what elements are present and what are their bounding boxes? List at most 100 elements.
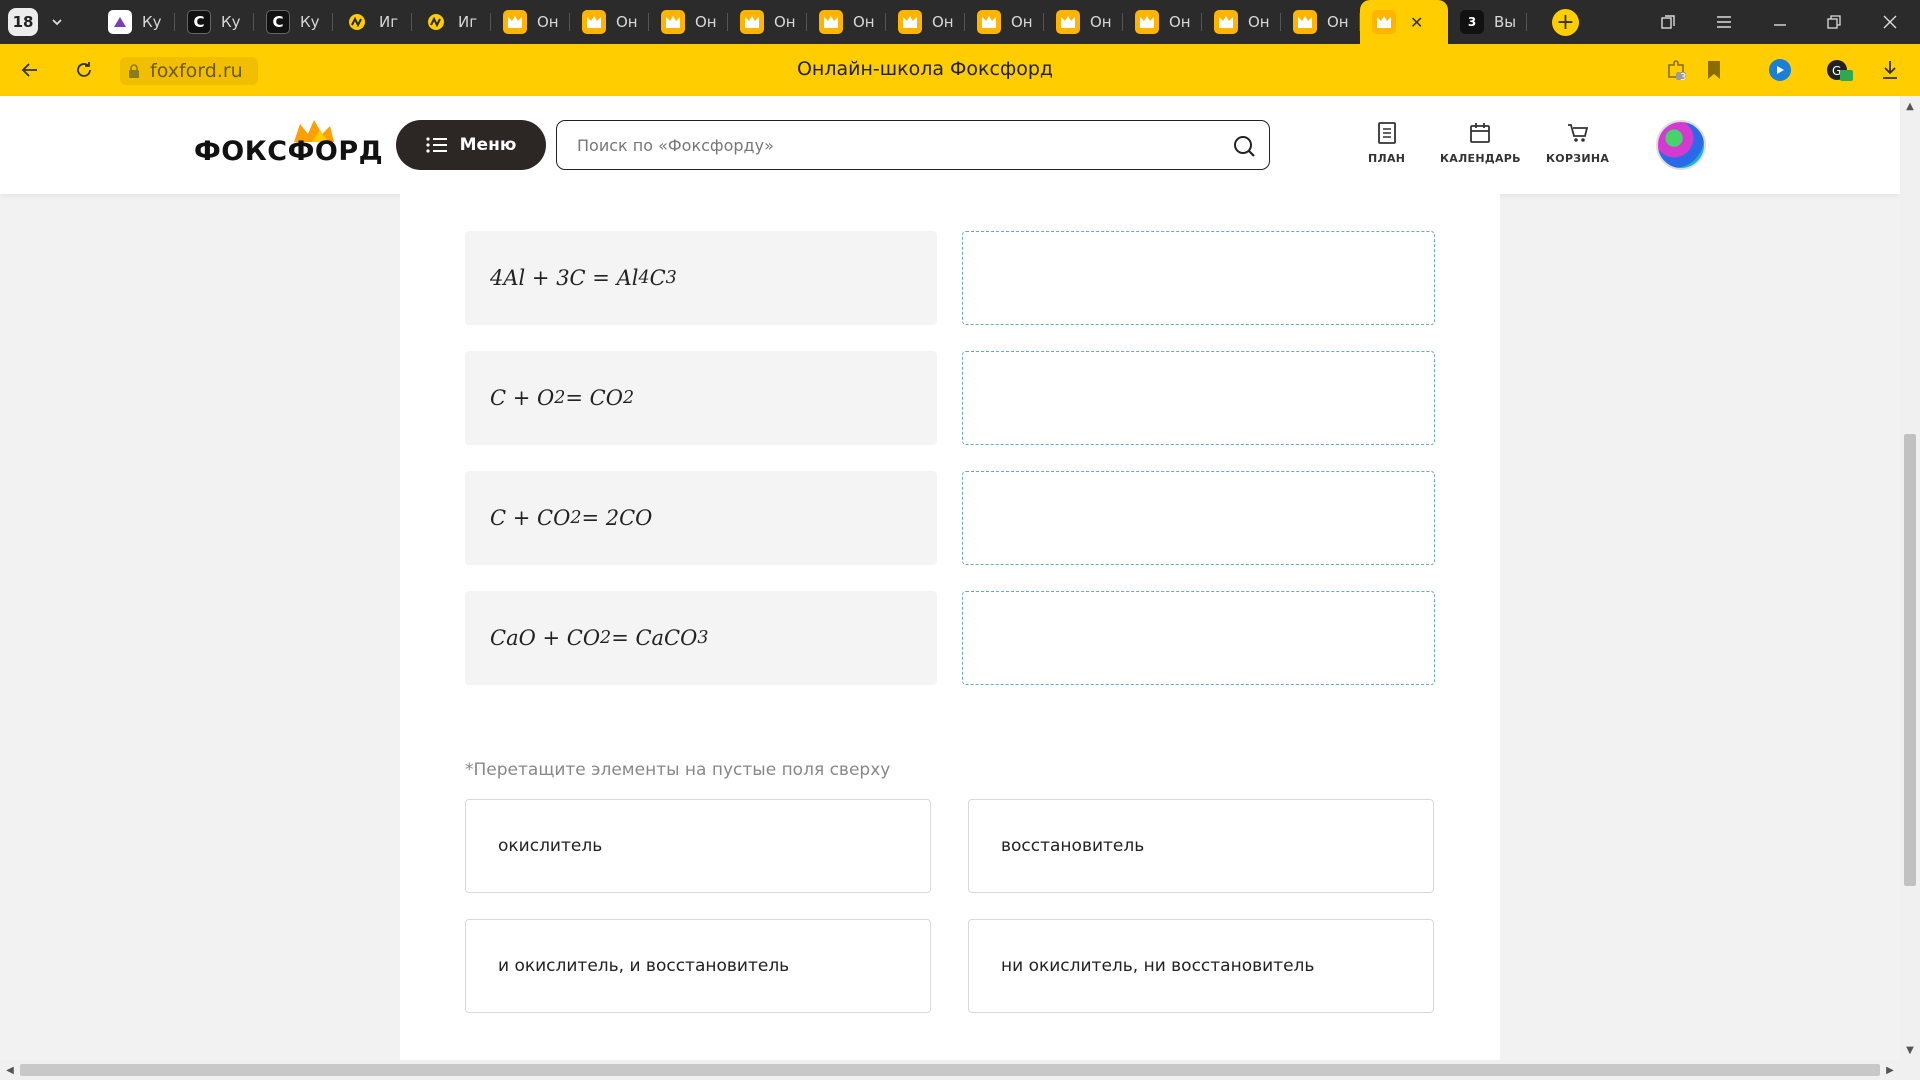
- browser-tab[interactable]: Он: [491, 0, 570, 44]
- browser-tab-strip: 18 Ку C Ку C Ку Иг Иг Он Он Он Он Он Он …: [0, 0, 1920, 44]
- search-icon[interactable]: [1231, 133, 1257, 159]
- search-input[interactable]: [577, 133, 1197, 157]
- restore-icon[interactable]: [1820, 8, 1848, 36]
- formula-subscript: 2: [622, 388, 635, 408]
- browser-menu-icon[interactable]: [1710, 8, 1738, 36]
- foxford-icon: [1135, 10, 1159, 34]
- foxford-icon: [1372, 10, 1396, 34]
- video-extension-icon[interactable]: [1766, 56, 1794, 84]
- extensions-icon[interactable]: 3: [1662, 56, 1690, 84]
- c-letter-icon: C: [266, 10, 290, 34]
- browser-tab[interactable]: Он: [570, 0, 649, 44]
- browser-tab-active[interactable]: ✕: [1360, 0, 1448, 44]
- new-tab-plus-icon[interactable]: +: [1552, 9, 1579, 36]
- browser-tab[interactable]: Он: [649, 0, 728, 44]
- scroll-down-arrow-icon[interactable]: ▼: [1900, 1042, 1920, 1058]
- menu-label: Меню: [459, 135, 517, 155]
- site-header: ФОКСФОРД Меню ПЛАН КАЛЕНДАРЬ КОРЗИНА: [0, 96, 1900, 194]
- foxford-icon: [1214, 10, 1238, 34]
- formula-part: = CaCO: [611, 626, 698, 650]
- formula-subscript: 2: [570, 508, 582, 528]
- nav-cart[interactable]: КОРЗИНА: [1546, 122, 1609, 165]
- extension-badge: 3: [1680, 72, 1687, 83]
- tab-title: Он: [616, 13, 638, 31]
- browser-tab[interactable]: C Ку: [254, 0, 333, 44]
- c-letter-icon: C: [187, 10, 211, 34]
- reaction-formula: CaO + CO 2 = CaCO 3: [465, 591, 937, 685]
- formula-part: = CO: [565, 386, 623, 410]
- foxford-icon: [1293, 10, 1317, 34]
- tab-count-button[interactable]: 18: [8, 8, 38, 36]
- browser-tab[interactable]: Он: [965, 0, 1044, 44]
- formula-subscript: 4: [638, 268, 650, 288]
- calendar-icon: [1470, 123, 1491, 143]
- browser-tab[interactable]: Он: [1281, 0, 1360, 44]
- vertical-scroll-thumb[interactable]: [1904, 434, 1916, 886]
- browser-tab[interactable]: 3 Вы: [1448, 0, 1527, 44]
- tab-title: Вы: [1494, 13, 1517, 31]
- browser-tab[interactable]: Он: [1044, 0, 1123, 44]
- formula-subscript: 3: [665, 268, 677, 288]
- tab-title: Он: [1090, 13, 1112, 31]
- browser-tab[interactable]: Он: [807, 0, 886, 44]
- horizontal-scroll-thumb[interactable]: [20, 1064, 1880, 1076]
- tab-title: Он: [1248, 13, 1270, 31]
- tab-title: Ку: [221, 13, 241, 31]
- foxford-logo[interactable]: ФОКСФОРД: [194, 118, 383, 170]
- browser-tab[interactable]: C Ку: [175, 0, 254, 44]
- drop-zone[interactable]: [962, 471, 1435, 565]
- svg-text:G: G: [1832, 64, 1841, 78]
- close-tab-icon[interactable]: ✕: [1410, 13, 1423, 32]
- browser-tab[interactable]: Иг: [333, 0, 412, 44]
- foxford-icon: [898, 10, 922, 34]
- answer-card-both[interactable]: и окислитель, и восстановитель: [465, 919, 931, 1013]
- formula-part: C + O: [490, 386, 555, 410]
- drop-zone[interactable]: [962, 351, 1435, 445]
- user-avatar[interactable]: [1656, 120, 1706, 170]
- formula-part: C: [649, 266, 666, 290]
- collections-icon[interactable]: [1654, 8, 1682, 36]
- menu-button[interactable]: Меню: [396, 120, 546, 170]
- bookmark-icon[interactable]: [1700, 56, 1728, 84]
- minimize-icon[interactable]: [1766, 8, 1794, 36]
- yellow-logo-icon: [345, 10, 369, 34]
- logo-text: ФОКСФОРД: [194, 136, 384, 167]
- download-icon[interactable]: [1876, 56, 1904, 84]
- tab-title: Ку: [142, 13, 162, 31]
- nav-label: КАЛЕНДАРЬ: [1440, 152, 1521, 165]
- foxford-icon: [503, 10, 527, 34]
- nav-calendar[interactable]: КАЛЕНДАРЬ: [1440, 122, 1521, 165]
- answer-card-reducer[interactable]: восстановитель: [968, 799, 1434, 893]
- tab-title: Он: [1011, 13, 1033, 31]
- tab-title: Иг: [458, 13, 478, 31]
- browser-tab[interactable]: Ку: [96, 0, 175, 44]
- menu-list-icon: [426, 137, 447, 153]
- scroll-right-arrow-icon[interactable]: ▶: [1882, 1060, 1898, 1080]
- scroll-left-arrow-icon[interactable]: ◀: [2, 1060, 18, 1080]
- vertical-scrollbar[interactable]: ▲ ▼: [1900, 96, 1920, 1060]
- browser-tab[interactable]: Иг: [412, 0, 491, 44]
- browser-tab[interactable]: Он: [1123, 0, 1202, 44]
- browser-tab[interactable]: Он: [728, 0, 807, 44]
- translate-extension-icon[interactable]: G: [1826, 56, 1854, 84]
- browser-tab[interactable]: Он: [1202, 0, 1281, 44]
- formula-part: = 2CO: [581, 506, 653, 530]
- drag-hint: *Перетащите элементы на пустые поля свер…: [465, 760, 891, 780]
- answer-card-oxidizer[interactable]: окислитель: [465, 799, 931, 893]
- three-icon: 3: [1460, 10, 1484, 34]
- nav-label: ПЛАН: [1368, 152, 1406, 165]
- drop-zone[interactable]: [962, 231, 1435, 325]
- reaction-formula: C + CO 2 = 2CO: [465, 471, 937, 565]
- tab-list-chevron-down-icon[interactable]: [42, 8, 72, 36]
- answer-card-neither[interactable]: ни окислитель, ни восстановитель: [968, 919, 1434, 1013]
- foxford-icon: [740, 10, 764, 34]
- scroll-up-arrow-icon[interactable]: ▲: [1900, 98, 1920, 114]
- foxford-icon: [1056, 10, 1080, 34]
- tab-title: Он: [774, 13, 796, 31]
- nav-plan[interactable]: ПЛАН: [1368, 122, 1405, 165]
- close-window-icon[interactable]: [1876, 8, 1904, 36]
- horizontal-scrollbar[interactable]: ◀ ▶: [0, 1060, 1920, 1080]
- foxford-icon: [582, 10, 606, 34]
- browser-tab[interactable]: Он: [886, 0, 965, 44]
- drop-zone[interactable]: [962, 591, 1435, 685]
